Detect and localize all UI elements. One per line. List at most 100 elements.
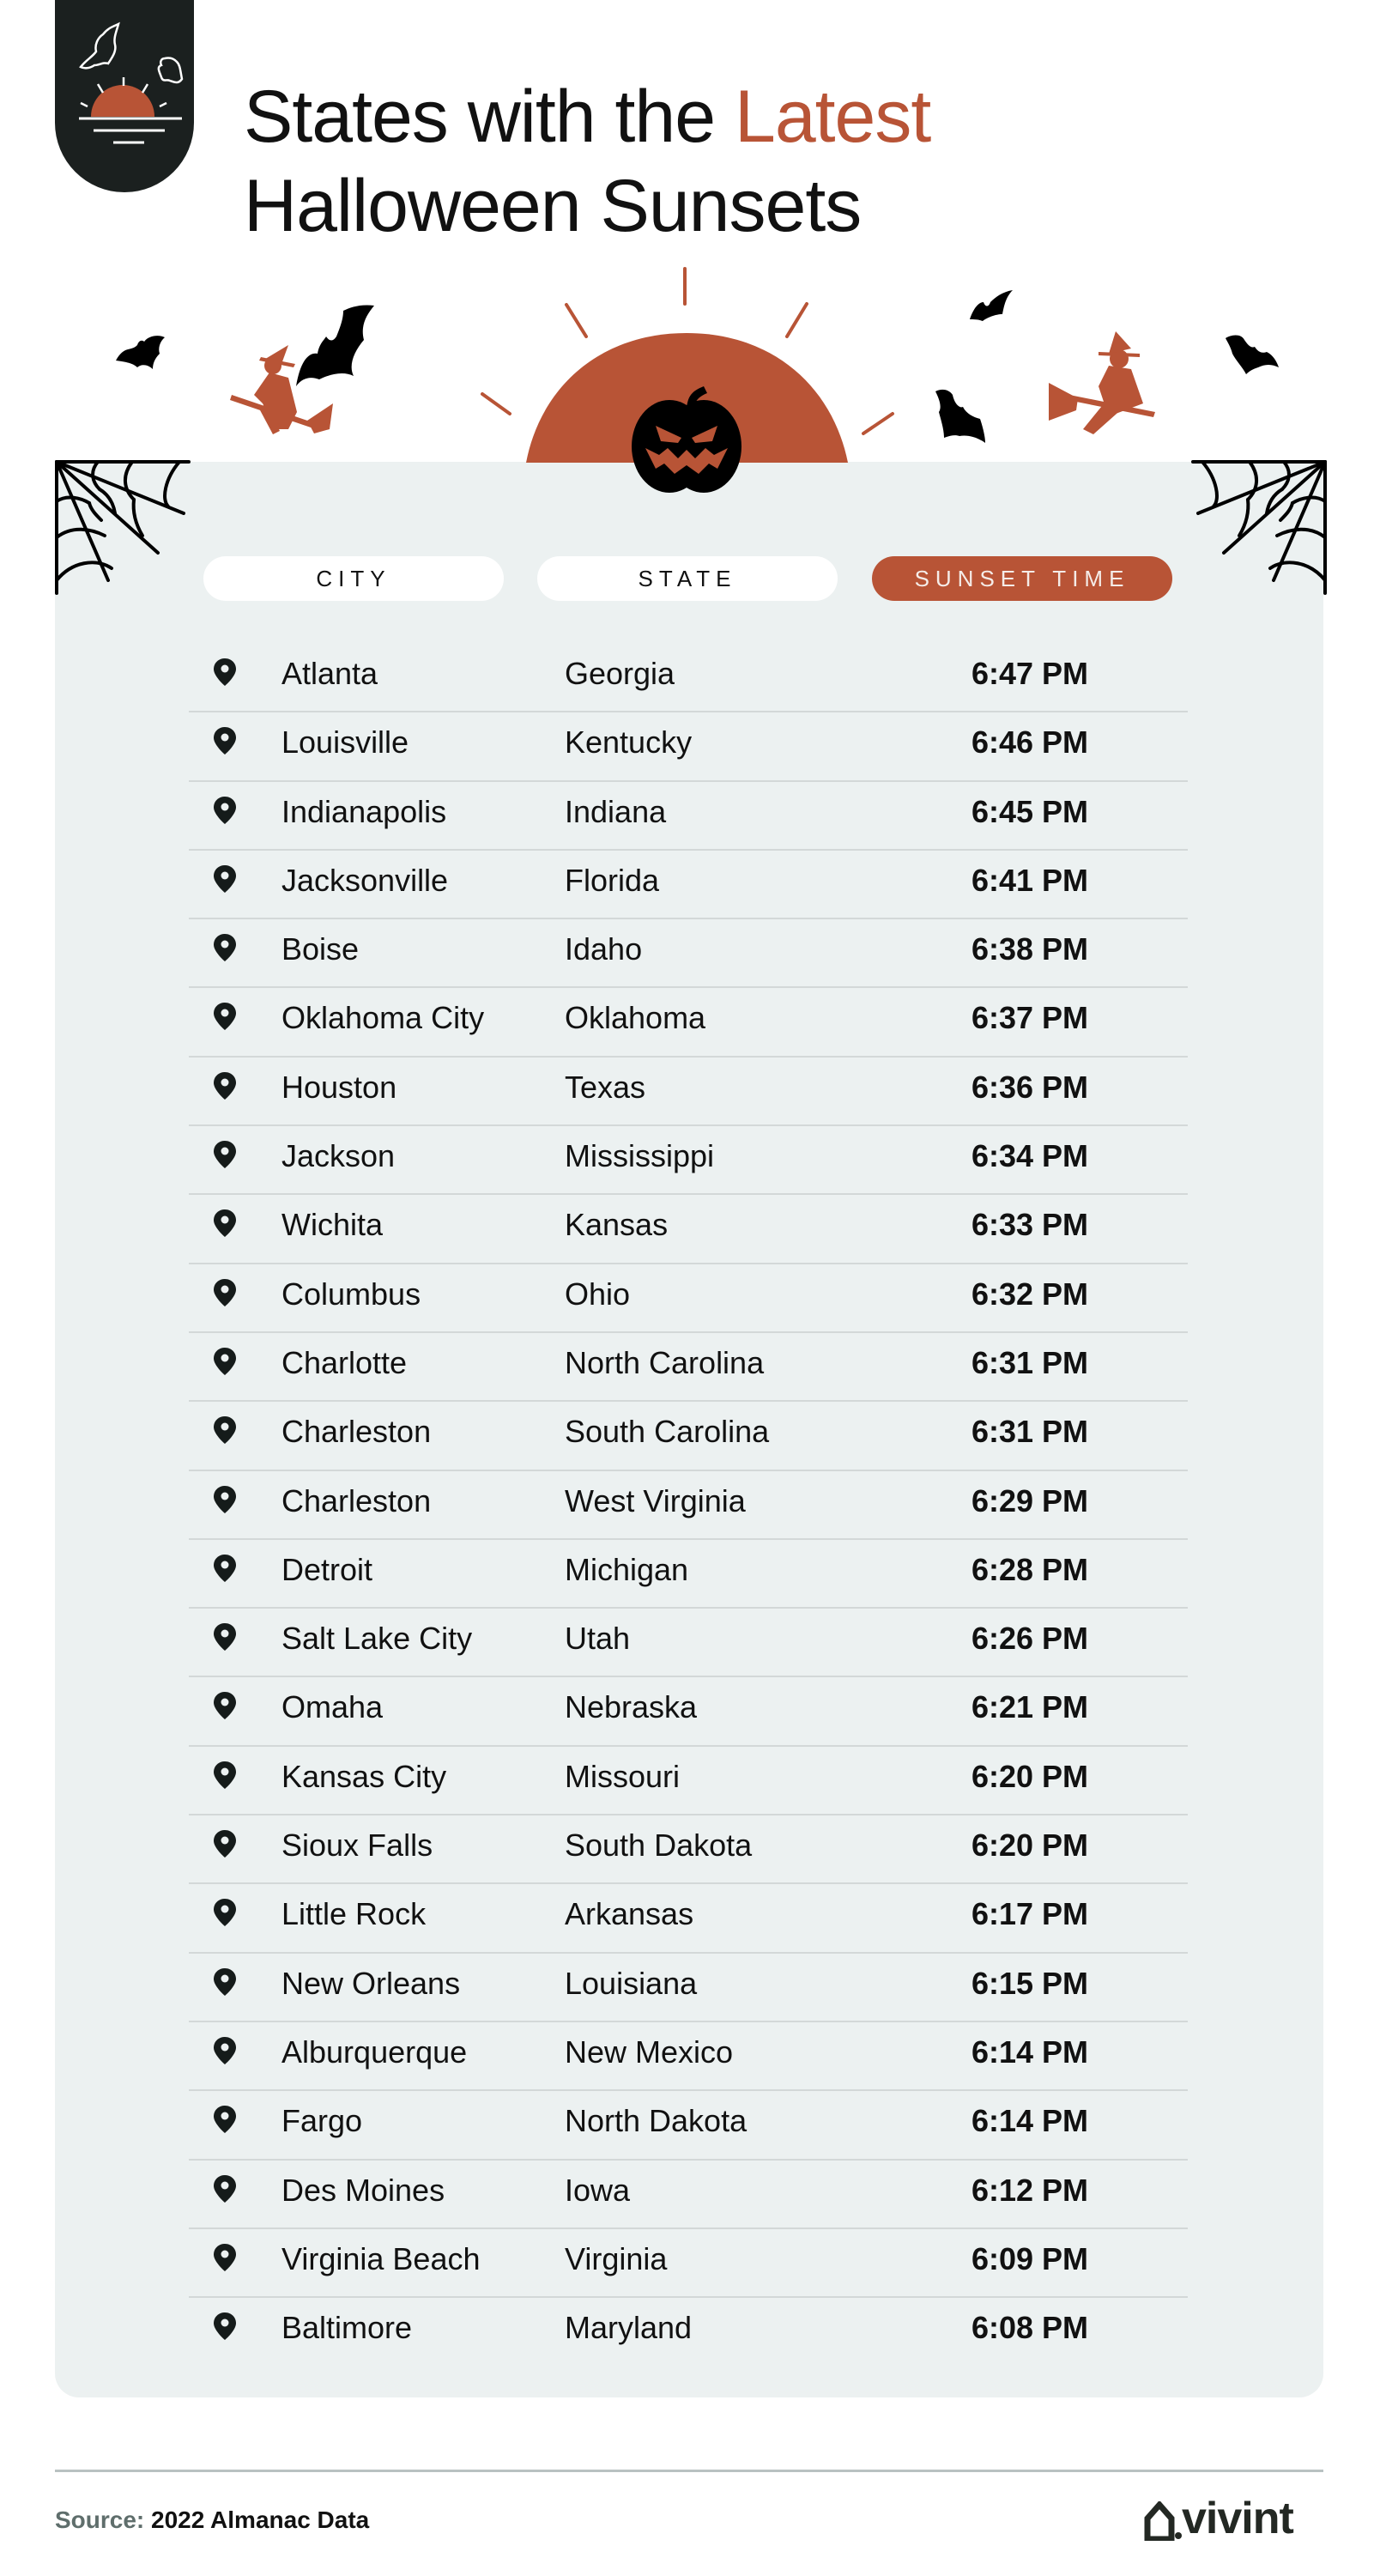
state-cell: North Dakota [565,2103,748,2139]
city-cell: Jacksonville [281,862,449,898]
cobweb-icon [1191,460,1327,595]
map-pin-icon [214,2106,236,2134]
cobweb-icon [55,460,191,595]
map-pin-icon [214,1692,236,1720]
sunset-time-cell: 6:32 PM [971,1276,1089,1312]
map-pin-icon [214,2312,236,2341]
state-cell: Virginia [565,2240,668,2276]
table-row: Oklahoma City Oklahoma 6:37 PM [189,988,1188,1058]
table-row: Fargo North Dakota 6:14 PM [189,2091,1188,2161]
column-header-label: STATE [638,565,737,591]
footer-divider [55,2470,1323,2472]
map-pin-icon [214,1416,236,1445]
sunset-time-cell: 6:17 PM [971,1896,1089,1932]
state-cell: North Carolina [565,1344,765,1380]
sunset-time-cell: 6:14 PM [971,2034,1089,2070]
bat-icon [296,305,374,386]
bat-icon [1226,335,1279,374]
brand-name: vivint [1182,2494,1294,2543]
city-cell: Louisville [281,724,409,761]
state-cell: Idaho [565,931,643,967]
table-row: Alburquerque New Mexico 6:14 PM [189,2022,1188,2092]
sunset-time-cell: 6:34 PM [971,1138,1089,1174]
sunset-time-cell: 6:08 PM [971,2310,1089,2346]
page-title: States with the Latest Halloween Sunsets [244,72,931,251]
table-row: Louisville Kentucky 6:46 PM [189,712,1188,782]
map-pin-icon [214,1554,236,1582]
table-row: Omaha Nebraska 6:21 PM [189,1677,1188,1747]
state-cell: Georgia [565,656,675,691]
city-cell: Detroit [281,1551,373,1587]
city-cell: Sioux Falls [281,1827,433,1864]
state-cell: Utah [565,1621,631,1657]
map-pin-icon [214,2243,236,2271]
map-pin-icon [214,1003,236,1031]
table-row: Charleston West Virginia 6:29 PM [189,1471,1188,1540]
state-cell: Florida [565,862,660,898]
city-cell: Jackson [281,1138,396,1174]
sunset-time-cell: 6:28 PM [971,1551,1089,1587]
sunset-time-cell: 6:36 PM [971,1069,1089,1105]
city-cell: Little Rock [281,1896,427,1932]
state-cell: South Dakota [565,1827,753,1864]
table-row: Jacksonville Florida 6:41 PM [189,851,1188,920]
state-cell: Kentucky [565,724,693,761]
city-cell: Baltimore [281,2310,413,2346]
bat-icon [970,290,1013,321]
city-cell: Charleston [281,1482,432,1518]
source-value: 2022 Almanac Data [144,2506,370,2533]
column-header-state[interactable]: STATE [537,556,838,601]
table-row: Atlanta Georgia 6:47 PM [189,644,1188,713]
sunset-table-body: Atlanta Georgia 6:47 PM Louisville Kentucky 6… [189,644,1188,2367]
sunset-time-cell: 6:21 PM [971,1689,1089,1725]
sunset-time-cell: 6:09 PM [971,2240,1089,2276]
column-header-sunset-time[interactable]: SUNSET TIME [872,556,1172,601]
map-pin-icon [214,1141,236,1169]
state-cell: Louisiana [565,1965,698,2001]
map-pin-icon [214,1278,236,1306]
column-header-city[interactable]: CITY [203,556,504,601]
source-note: Source: 2022 Almanac Data [55,2506,369,2534]
state-cell: Missouri [565,1758,681,1794]
state-cell: New Mexico [565,2034,734,2070]
source-label: Source: [55,2506,145,2533]
sunset-time-cell: 6:20 PM [971,1827,1089,1864]
sunset-time-cell: 6:15 PM [971,1965,1089,2001]
map-pin-icon [214,1071,236,1100]
city-cell: Charleston [281,1414,432,1450]
map-pin-icon [214,658,236,686]
table-row: Little Rock Arkansas 6:17 PM [189,1884,1188,1954]
table-row: Columbus Ohio 6:32 PM [189,1264,1188,1333]
state-cell: Oklahoma [565,1000,706,1036]
sunset-time-cell: 6:46 PM [971,724,1089,761]
house-icon [1144,2501,1182,2541]
map-pin-icon [214,1347,236,1375]
city-cell: Omaha [281,1689,384,1725]
table-row: Jackson Mississippi 6:34 PM [189,1126,1188,1196]
table-row: Sioux Falls South Dakota 6:20 PM [189,1815,1188,1885]
sunset-time-cell: 6:37 PM [971,1000,1089,1036]
sunset-time-cell: 6:12 PM [971,2172,1089,2208]
table-row: Houston Texas 6:36 PM [189,1058,1188,1127]
table-row: Charlotte North Carolina 6:31 PM [189,1333,1188,1403]
state-cell: Ohio [565,1276,631,1312]
sunset-time-cell: 6:38 PM [971,931,1089,967]
state-cell: Nebraska [565,1689,698,1725]
city-cell: Salt Lake City [281,1621,473,1657]
map-pin-icon [214,1967,236,1996]
sunset-time-cell: 6:31 PM [971,1344,1089,1380]
column-header-label: CITY [316,565,391,591]
city-cell: Alburquerque [281,2034,468,2070]
state-cell: Mississippi [565,1138,715,1174]
city-cell: New Orleans [281,1965,461,2001]
halloween-illustration [116,267,1279,493]
map-pin-icon [214,864,236,893]
sunset-time-cell: 6:41 PM [971,862,1089,898]
map-pin-icon [214,1623,236,1652]
table-row: Virginia Beach Virginia 6:09 PM [189,2229,1188,2299]
city-cell: Columbus [281,1276,421,1312]
city-cell: Kansas City [281,1758,447,1794]
state-cell: Michigan [565,1551,689,1587]
state-cell: Kansas [565,1207,669,1243]
state-cell: Indiana [565,793,667,829]
